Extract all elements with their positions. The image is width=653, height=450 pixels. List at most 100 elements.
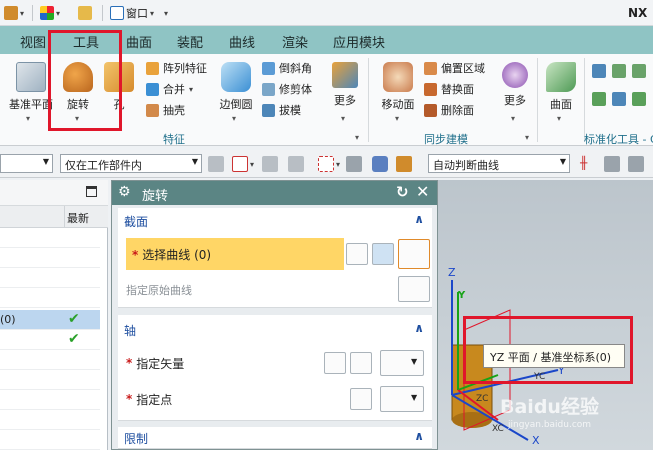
draft-button[interactable]: 拔模 [262,102,301,118]
collapse-icon[interactable]: ∧ [414,321,424,335]
delete-face-icon [424,103,437,117]
section-profile-title[interactable]: 截面 [124,213,148,230]
inference-icon[interactable] [262,156,278,172]
std-tool-icon-1[interactable] [592,64,606,78]
list-item[interactable] [0,390,100,410]
unite-button[interactable]: 合并 ▾ [146,81,193,97]
color-palette-button[interactable]: ▾ [40,4,60,22]
std-tool-icon-3[interactable] [632,64,646,78]
list-item[interactable] [0,288,100,308]
tool-icon-button[interactable]: ▾ [4,4,24,22]
component-filter-icon[interactable] [396,156,412,172]
trim-body-button[interactable]: 修剪体 [262,81,312,97]
face-filter-icon[interactable] [372,156,388,172]
stop-at-intersection-icon[interactable]: ╫ [580,156,596,172]
axis-z-label: Z [448,266,456,279]
sketch-section-icon[interactable] [372,243,394,265]
section-profile: 截面 ∧ * 选择曲线 (0) 指定原始曲线 [118,208,432,308]
scope-filter-combo[interactable]: 仅在工作部件内 ▼ [60,154,202,173]
std-tool-icon-5[interactable] [612,92,626,106]
more-sync-icon [502,62,528,88]
origin-curve-icon[interactable] [398,276,430,302]
body-filter-icon[interactable] [346,156,362,172]
more-feature-button[interactable]: 更多 [328,62,362,108]
trim-body-icon [262,82,275,96]
chain-icon[interactable] [628,156,644,172]
delete-face-button[interactable]: 删除面 [424,102,474,118]
tab-render[interactable]: 渲染 [282,32,308,51]
tab-view[interactable]: 视图 [20,32,46,51]
collapse-icon[interactable]: ∧ [414,212,424,226]
tab-assembly[interactable]: 装配 [177,32,203,51]
selection-bar: ▼ 仅在工作部件内 ▼ ▾ ▾ 自动判断曲线 ▼ ╫ [0,150,653,178]
move-face-button[interactable]: 移动面 [376,62,420,112]
point-dialog-icon[interactable] [350,388,372,410]
eraser-button[interactable] [78,4,92,22]
reset-icon[interactable]: ↻ [396,183,409,201]
replace-face-icon [424,82,437,96]
list-item[interactable] [0,268,100,288]
specify-vector-label: 指定矢量 [136,356,185,371]
more-sync-button[interactable]: 更多 [498,62,532,108]
eraser-icon [78,6,92,20]
edge-blend-button[interactable]: 边倒圆 [214,62,258,112]
follow-fillet-icon[interactable] [604,156,620,172]
revolve-dialog: ⚙ 旋转 ↻ ✕ 截面 ∧ * 选择曲线 (0) 指定原始曲线 轴 ∧ * 指定矢量… [111,180,438,450]
curve-rule-combo[interactable]: 自动判断曲线 ▼ [428,154,570,173]
tab-application[interactable]: 应用模块 [333,32,385,51]
tab-surface[interactable]: 曲面 [126,32,152,51]
vector-dialog-icon[interactable] [350,352,372,374]
deselect-icon[interactable] [288,156,304,172]
window-icon [110,6,124,20]
list-item[interactable] [0,248,100,268]
specify-point-row[interactable]: * 指定点 [126,385,172,413]
col-latest[interactable]: 最新 [67,210,89,226]
list-item[interactable] [0,410,100,430]
list-item[interactable] [0,370,100,390]
section-axis-title[interactable]: 轴 [124,322,136,339]
vector-type-dropdown[interactable]: ▼ [380,350,424,376]
quick-access-bar: ▾ ▾ 窗口 ▾ ▾ NX [0,0,653,26]
tab-curve[interactable]: 曲线 [229,32,255,51]
pattern-icon [146,61,159,75]
replace-face-button[interactable]: 替换面 [424,81,474,97]
group-sync-label: 同步建模 [424,133,468,146]
list-item-selected[interactable]: (0) ✔ [0,310,100,330]
datum-plane-icon [16,62,46,92]
point-type-dropdown[interactable]: ▼ [380,386,424,412]
collapse-icon[interactable]: ∧ [414,429,424,443]
customize-quick-access[interactable]: ▾ [164,4,168,22]
shell-button[interactable]: 抽壳 [146,102,185,118]
snap-point-icon[interactable] [232,156,248,172]
rect-select-icon[interactable] [318,156,334,172]
check-icon: ✔ [68,331,80,347]
specify-vector-row[interactable]: * 指定矢量 [126,349,184,377]
offset-region-button[interactable]: 偏置区域 [424,60,485,76]
select-curve-row[interactable]: * 选择曲线 (0) [126,238,344,270]
select-parent-icon[interactable] [208,156,224,172]
list-item[interactable]: ✔ [0,330,100,350]
reverse-direction-icon[interactable] [346,243,368,265]
app-title: NX [628,6,648,20]
maximize-icon[interactable] [86,186,97,197]
surface-button[interactable]: 曲面 [542,62,580,112]
list-item[interactable] [0,350,100,370]
close-icon[interactable]: ✕ [416,182,429,201]
pattern-feature-button[interactable]: 阵列特征 [146,60,207,76]
specify-origin-curve[interactable]: 指定原始曲线 [126,282,192,298]
window-menu-button[interactable]: 窗口 ▾ [110,4,154,22]
list-item[interactable] [0,430,100,450]
section-limits-title[interactable]: 限制 [124,430,148,447]
list-item[interactable] [0,228,100,248]
std-tool-icon-6[interactable] [632,92,646,106]
curve-select-icon[interactable] [398,239,430,269]
std-tool-icon-4[interactable] [592,92,606,106]
watermark: Baidu经验 [500,396,599,418]
std-tool-icon-2[interactable] [612,64,626,78]
reverse-vector-icon[interactable] [324,352,346,374]
graphics-viewport[interactable]: Z Y Y X ZC YC XC Baidu经验 jingyan.baidu.c… [438,180,653,450]
gear-icon[interactable]: ⚙ [118,184,131,200]
axis-zc-tag: ZC [476,394,489,404]
chamfer-button[interactable]: 倒斜角 [262,60,312,76]
type-filter-combo[interactable]: ▼ [0,154,53,173]
